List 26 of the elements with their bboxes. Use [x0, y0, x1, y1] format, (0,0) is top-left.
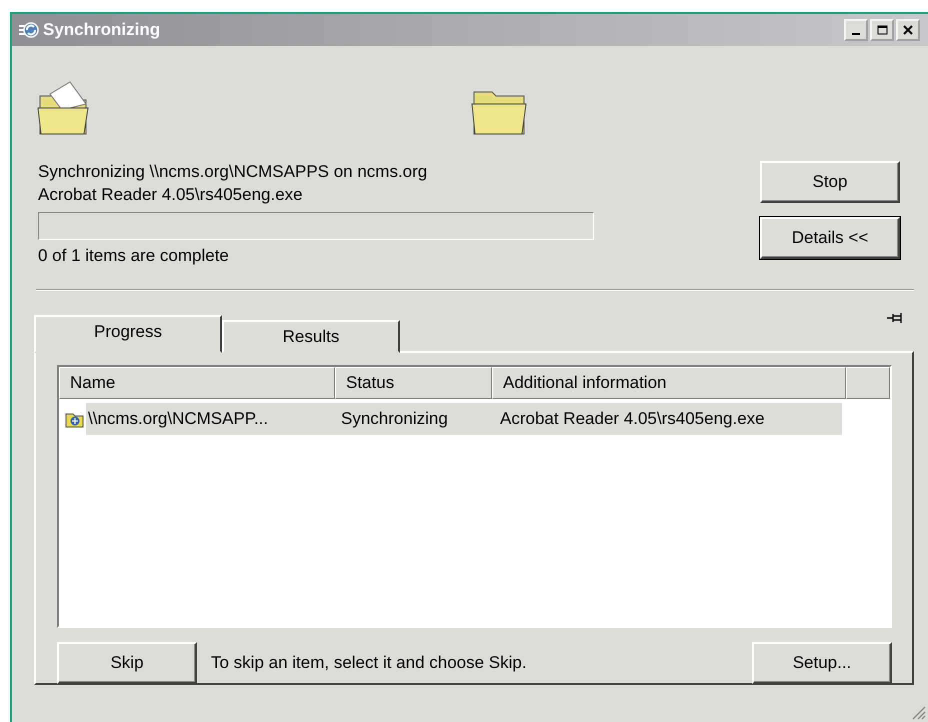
details-button[interactable]: Details << — [760, 217, 900, 259]
hint-text: To skip an item, select it and choose Skip. — [211, 653, 527, 673]
table-cell-text: Acrobat Reader 4.05\rs405eng.exe — [499, 409, 766, 429]
skip-button[interactable]: Skip — [57, 642, 197, 684]
table-row[interactable]: \\ncms.org\NCMSAPP... Synchronizing Acrobat Reader 4.05\rs405eng.exe — [86, 403, 842, 435]
sync-icon — [18, 20, 40, 40]
status-text: Acrobat Reader 4.05\rs405eng.exe — [38, 184, 304, 206]
maximize-button[interactable] — [870, 19, 894, 41]
progress-caption: 0 of 1 items are complete — [38, 245, 230, 267]
stop-button[interactable]: Stop — [760, 161, 900, 203]
close-button[interactable] — [896, 19, 920, 41]
resize-grip-icon[interactable] — [910, 704, 926, 720]
tab[interactable]: Results — [222, 320, 400, 353]
setup-button[interactable]: Setup... — [752, 642, 892, 684]
tab[interactable]: Progress — [34, 315, 222, 353]
close-icon — [903, 25, 913, 35]
column-header[interactable]: Status — [335, 367, 492, 399]
maximize-icon — [876, 25, 888, 35]
status-text: Synchronizing \\ncms.org\NCMSAPPS on ncms.org — [38, 161, 428, 183]
table-cell-text: Synchronizing — [340, 409, 449, 429]
window-title: Synchronizing — [43, 20, 160, 40]
minimize-icon — [852, 33, 860, 35]
table-cell-text: \\ncms.org\NCMSAPP... — [87, 409, 270, 429]
minimize-button[interactable] — [844, 19, 868, 41]
column-header[interactable]: Additional information — [492, 367, 846, 399]
column-header[interactable]: Name — [59, 367, 335, 399]
